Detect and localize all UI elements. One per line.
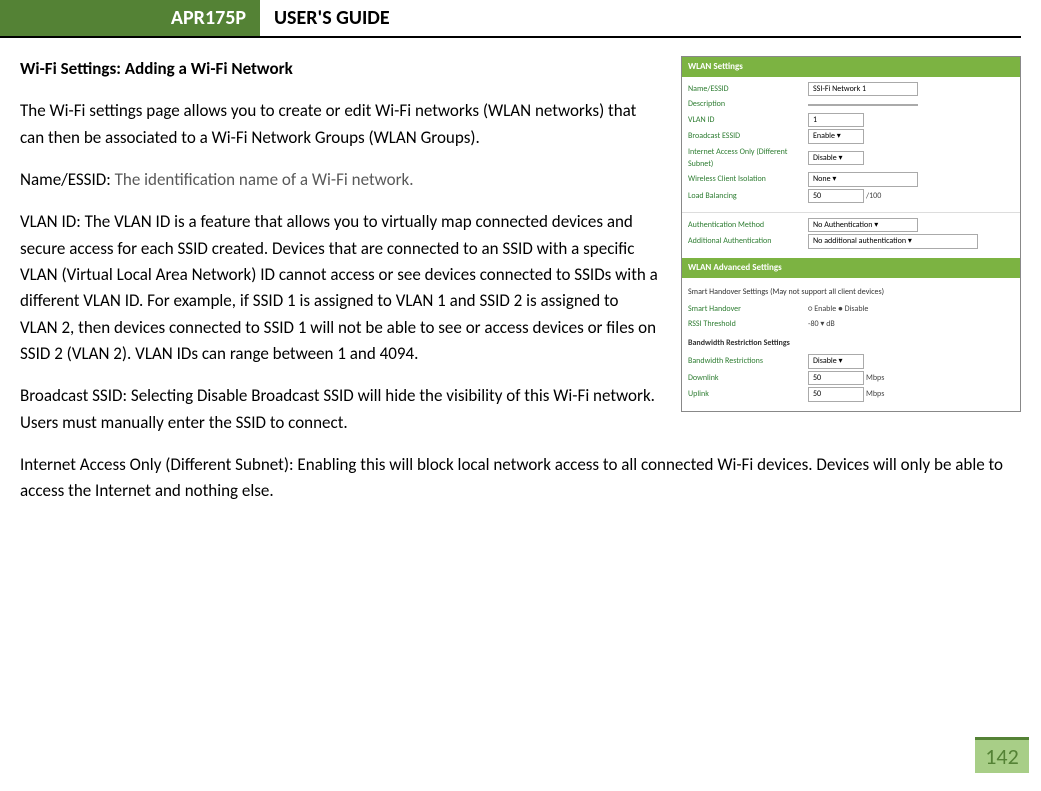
page-number: 142 xyxy=(975,737,1029,773)
doc-title: USER'S GUIDE xyxy=(260,0,404,36)
figure-row-label: Wireless Client Isolation xyxy=(688,173,808,185)
figure-row-suffix: Mbps xyxy=(866,388,884,400)
screenshot-figure: WLAN Settings Name/ESSIDSSI-Fi Network 1… xyxy=(681,56,1021,412)
figure-row-label: RSSI Threshold xyxy=(688,318,808,330)
figure-row-label: Downlink xyxy=(688,372,808,384)
figure-row-label: Bandwidth Restrictions xyxy=(688,355,808,367)
figure-row: Authentication MethodNo Authentication ▾ xyxy=(688,217,1014,233)
figure-note: Smart Handover Settings (May not support… xyxy=(688,286,1014,298)
figure-row-value: None ▾ xyxy=(808,172,918,186)
doc-content: WLAN Settings Name/ESSIDSSI-Fi Network 1… xyxy=(0,56,1041,521)
figure-row: RSSI Threshold-80 ▾ dB xyxy=(688,317,1014,331)
doc-header: APR175P USER'S GUIDE xyxy=(0,0,1021,38)
figure-row-value: 50 xyxy=(808,371,864,385)
figure-section-2: Smart Handover Settings (May not support… xyxy=(682,278,1020,411)
figure-row-label: Additional Authentication xyxy=(688,235,808,247)
figure-header-2: WLAN Advanced Settings xyxy=(682,258,1020,278)
figure-row-value: Disable ▾ xyxy=(808,151,864,165)
figure-row-label: Name/ESSID xyxy=(688,83,808,95)
figure-row-value: Disable ▾ xyxy=(808,354,864,368)
figure-row-label: Uplink xyxy=(688,388,808,400)
product-badge: APR175P xyxy=(0,0,260,36)
figure-row: Name/ESSIDSSI-Fi Network 1 xyxy=(688,81,1014,97)
figure-row-value: No additional authentication ▾ xyxy=(808,234,978,248)
figure-row-value: SSI-Fi Network 1 xyxy=(808,82,918,96)
figure-row: Broadcast ESSIDEnable ▾ xyxy=(688,128,1014,144)
figure-row-value: 50 xyxy=(808,189,864,203)
figure-row-label: Description xyxy=(688,98,808,110)
figure-row-value xyxy=(808,104,918,106)
name-essid-desc: The identification name of a Wi-Fi netwo… xyxy=(115,169,414,190)
figure-note-2: Bandwidth Restriction Settings xyxy=(688,337,1014,349)
figure-row-label: Load Balancing xyxy=(688,190,808,202)
figure-row-label: Authentication Method xyxy=(688,219,808,231)
figure-row: Downlink50Mbps xyxy=(688,370,1014,386)
name-essid-label: Name/ESSID: xyxy=(20,169,115,190)
figure-row-value: No Authentication ▾ xyxy=(808,218,918,232)
figure-row-value: ○ Enable ● Disable xyxy=(808,303,868,315)
figure-row: Internet Access Only (Different Subnet)D… xyxy=(688,145,1014,172)
figure-row: VLAN ID1 xyxy=(688,112,1014,128)
figure-row-value: Enable ▾ xyxy=(808,129,864,143)
figure-row-value: -80 ▾ dB xyxy=(808,318,835,330)
figure-row-value: 1 xyxy=(808,113,864,127)
figure-row: Uplink50Mbps xyxy=(688,386,1014,402)
figure-row: Description xyxy=(688,97,1014,111)
figure-row-label: Smart Handover xyxy=(688,303,808,315)
figure-row: Bandwidth RestrictionsDisable ▾ xyxy=(688,353,1014,369)
figure-row: Additional AuthenticationNo additional a… xyxy=(688,233,1014,249)
figure-row-label: VLAN ID xyxy=(688,114,808,126)
figure-row-label: Internet Access Only (Different Subnet) xyxy=(688,146,808,171)
figure-row: Wireless Client IsolationNone ▾ xyxy=(688,171,1014,187)
internet-text: Internet Access Only (Different Subnet):… xyxy=(20,452,1021,505)
figure-row-value: 50 xyxy=(808,387,864,401)
figure-row: Smart Handover○ Enable ● Disable xyxy=(688,302,1014,316)
figure-section-1: Name/ESSIDSSI-Fi Network 1Description VLA… xyxy=(682,77,1020,212)
figure-row-suffix: /100 xyxy=(866,190,881,202)
figure-row: Load Balancing50/100 xyxy=(688,188,1014,204)
figure-header-1: WLAN Settings xyxy=(682,57,1020,77)
figure-row-suffix: Mbps xyxy=(866,372,884,384)
figure-row-label: Broadcast ESSID xyxy=(688,130,808,142)
figure-section-1b: Authentication MethodNo Authentication ▾… xyxy=(682,212,1020,258)
